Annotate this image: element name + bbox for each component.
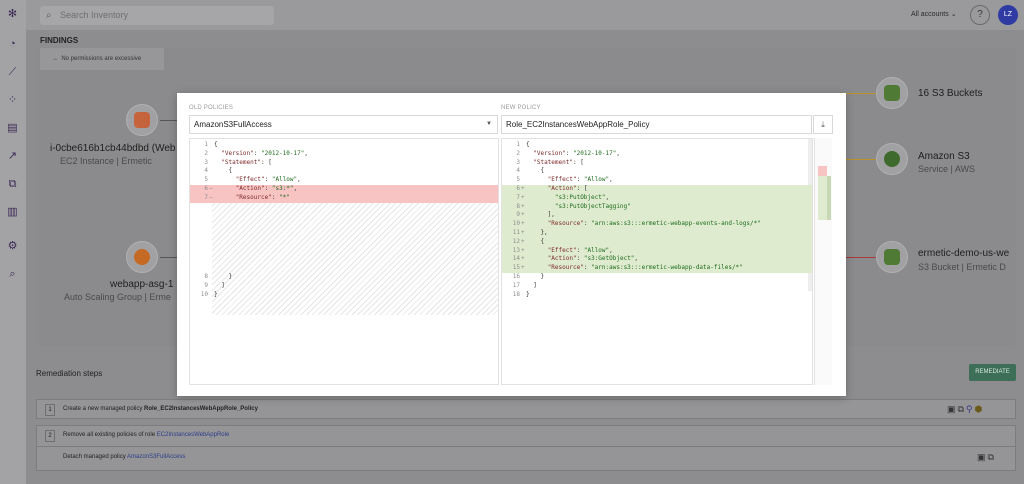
remediation-step-2: 2 Remove all existing policies of role E… <box>36 425 1016 471</box>
asg-node[interactable] <box>126 241 158 273</box>
code-line: 7 + "s3:PutObject", <box>502 193 812 203</box>
old-scrollbar[interactable] <box>498 139 499 291</box>
instance-name: i-0cbe616b1cb44bdbd (Web A <box>50 143 185 154</box>
policy-link[interactable]: AmazonS3FullAccess <box>127 454 185 460</box>
code-line: 10} <box>200 290 218 298</box>
code-line: 9 ] <box>204 281 225 289</box>
role-link[interactable]: EC2InstancesWebAppRole <box>157 432 230 438</box>
new-policy-select: Role_EC2InstancesWebAppRole_Policy <box>501 115 812 134</box>
settings-icon[interactable]: ⚙ <box>6 240 19 253</box>
code-line: 4 { <box>204 167 233 175</box>
remediation-step-1: 1 Create a new managed policy Role_EC2In… <box>36 399 1016 419</box>
bucket-type: S3 Bucket | Ermetic D <box>918 262 1006 272</box>
code-line: 5 "Effect": "Allow", <box>516 176 613 184</box>
ec2-instance-node[interactable] <box>126 104 158 136</box>
terraform-icon[interactable]: ⚲ <box>966 404 975 414</box>
code-line: 2 "Version": "2012-10-17", <box>516 149 620 157</box>
bucket-name: ermetic-demo-us-we <box>918 248 1010 259</box>
code-line: 12 + { <box>502 237 812 247</box>
help-button[interactable]: ? <box>970 5 990 25</box>
copy-icon[interactable]: ▣ <box>947 404 958 414</box>
code-line: 17 ] <box>512 281 537 289</box>
new-policy-editor[interactable]: 1{2 "Version": "2012-10-17", 3 "Statement… <box>501 138 813 385</box>
code-line: 6 + "Action": [ <box>502 185 812 194</box>
code-line: 16 } <box>512 273 545 280</box>
code-line: 13 + "Effect": "Allow", <box>502 246 812 256</box>
analytics-icon[interactable]: ⟋ <box>6 66 19 79</box>
accounts-dropdown[interactable]: All accounts ⌄ <box>911 10 957 18</box>
page-title: FINDINGS <box>40 36 79 45</box>
asg-type: Auto Scaling Group | Erme <box>64 292 171 302</box>
bucket-icon <box>884 85 900 101</box>
caret-down-icon: ▼ <box>486 121 492 127</box>
remediation-title: Remediation steps <box>36 369 103 378</box>
trend-icon[interactable]: ↗ <box>6 150 19 163</box>
logo-icon[interactable]: ✻ <box>6 8 19 21</box>
code-line: 1{ <box>516 141 530 148</box>
inventory-icon[interactable]: ⧉ <box>6 178 19 191</box>
bucket-icon <box>884 249 900 265</box>
reports-icon[interactable]: ▤ <box>6 122 19 135</box>
code-line: 5 "Effect": "Allow", <box>204 176 301 184</box>
chevron-down-icon: ⌄ <box>950 11 957 18</box>
graph-icon[interactable]: ⁘ <box>6 94 19 107</box>
code-line: 18} <box>512 290 530 298</box>
duplicate-icon[interactable]: ⧉ <box>958 404 966 414</box>
dashboard-icon[interactable]: ◔ <box>6 38 19 51</box>
diff-overview-ruler[interactable] <box>814 138 832 385</box>
remediate-button[interactable]: REMEDIATE <box>969 364 1016 381</box>
asg-name: webapp-asg-1 <box>110 279 174 290</box>
search-icon: ⌕ <box>46 10 52 21</box>
code-line: 10 + "Resource": "arn:aws:s3:::ermetic-we… <box>502 220 812 229</box>
s3-buckets-label: 16 S3 Buckets <box>918 88 983 99</box>
s3-service-icon <box>884 151 900 167</box>
code-line: 1{ <box>204 141 218 148</box>
instance-type: EC2 Instance | Ermetic <box>60 156 152 166</box>
s3-bucket-node[interactable] <box>876 241 908 273</box>
s3-service-name: Amazon S3 <box>918 151 970 162</box>
s3-service-type: Service | AWS <box>918 164 976 174</box>
asg-icon <box>134 249 150 265</box>
download-icon: ⤓ <box>821 120 825 129</box>
new-policy-header: NEW POLICY <box>501 105 541 111</box>
code-line: 4 { <box>516 167 545 175</box>
old-policies-header: OLD POLICIES <box>189 105 234 111</box>
code-line: 3 "Statement": [ <box>516 158 584 166</box>
code-line: 9 + ], <box>502 211 812 221</box>
bar-chart-icon[interactable]: ▥ <box>6 206 19 219</box>
s3-buckets-node[interactable] <box>876 77 908 109</box>
old-policy-editor[interactable]: 1{2 "Version": "2012-10-17", 3 "Statement… <box>189 138 499 385</box>
code-line: 15 + "Resource": "arn:aws:s3:::ermetic-we… <box>502 264 812 273</box>
amazon-s3-node[interactable] <box>876 143 908 175</box>
search-input[interactable]: ⌕ Search Inventory <box>40 6 274 25</box>
copy-icon[interactable]: ▣ <box>977 452 988 462</box>
code-line: 3 "Statement": [ <box>204 158 272 166</box>
code-line: 8 } <box>204 273 233 280</box>
code-line: 7− "Resource": "*" <box>190 193 498 203</box>
policy-diff-modal: OLD POLICIES NEW POLICY AmazonS3FullAcce… <box>177 93 846 396</box>
sidebar: ✻ ◔ ⟋ ⁘ ▤ ↗ ⧉ ▥ ⚙ ⌕ <box>0 0 26 484</box>
code-line: 8 + "s3:PutObjectTagging" <box>502 202 812 212</box>
download-button[interactable]: ⤓ <box>813 115 833 134</box>
ec2-icon <box>134 112 150 128</box>
avatar[interactable]: LZ <box>998 5 1018 25</box>
duplicate-icon[interactable]: ⧉ <box>988 452 996 462</box>
old-policy-select[interactable]: AmazonS3FullAccess ▼ <box>189 115 498 134</box>
code-line: 6− "Action": "s3:*", <box>190 185 498 194</box>
code-line: 2 "Version": "2012-10-17", <box>204 149 308 157</box>
audit-icon[interactable]: ⌕ <box>6 268 19 281</box>
code-line: 11 + }, <box>502 229 812 238</box>
code-line: 14 + "Action": "s3:GetObject", <box>502 255 812 265</box>
cloudformation-icon[interactable]: ⬢ <box>975 404 985 414</box>
search-placeholder: Search Inventory <box>60 10 129 20</box>
permissions-note: → No permissions are excessive <box>40 48 164 70</box>
